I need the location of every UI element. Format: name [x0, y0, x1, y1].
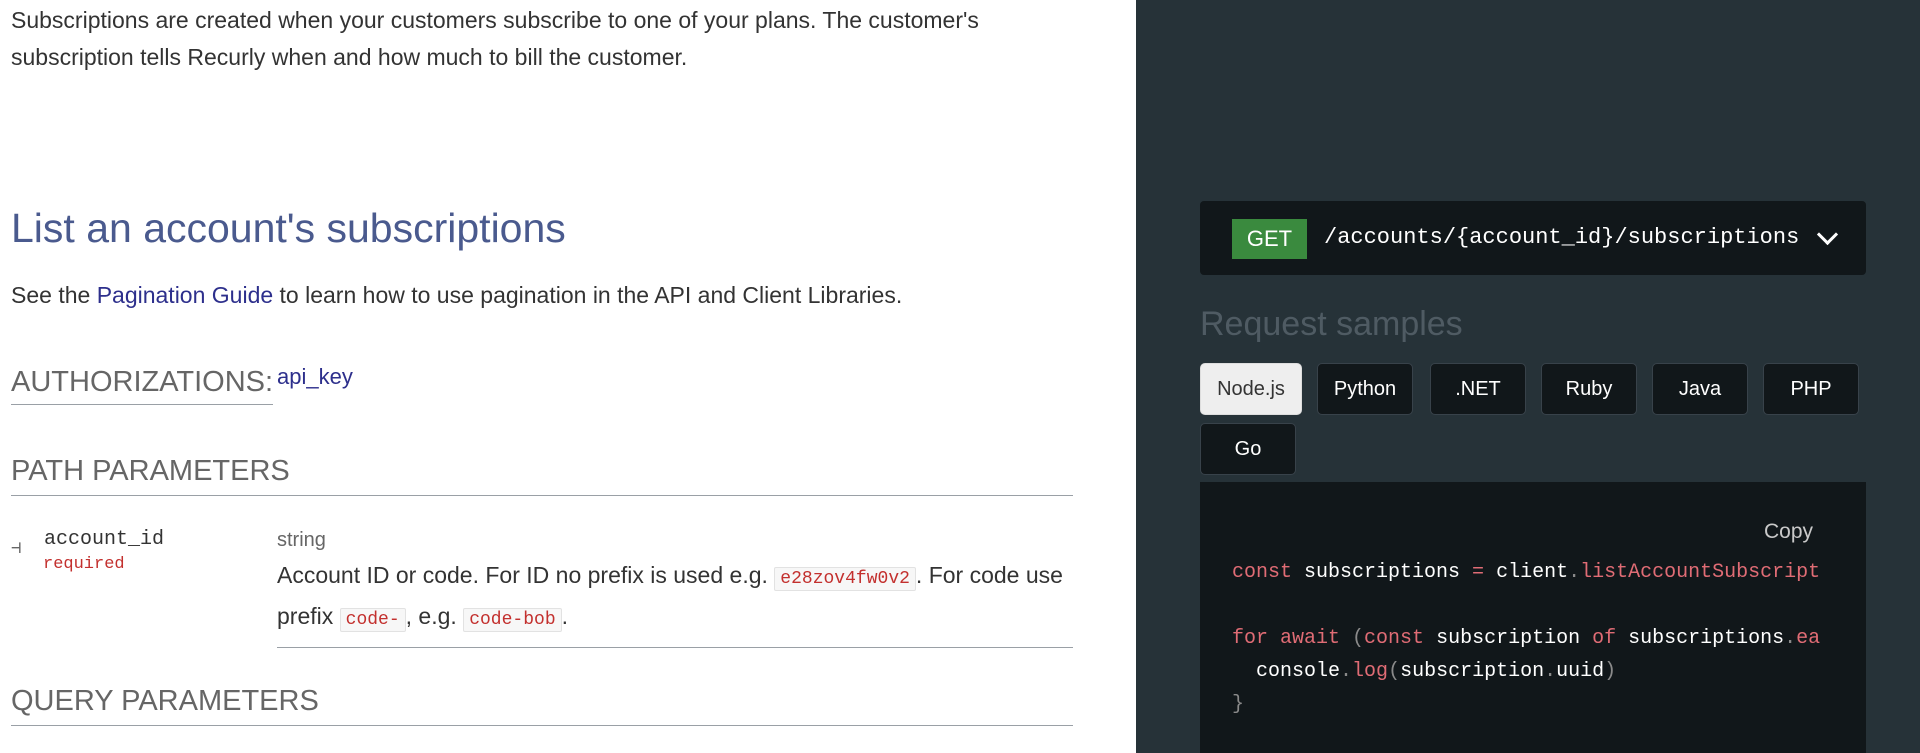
docs-main-column: Subscriptions are created when your cust… [0, 0, 1136, 753]
tab-ruby[interactable]: Ruby [1541, 363, 1637, 415]
query-parameters-heading: QUERY PARAMETERS [11, 681, 1073, 726]
tab-nodejs[interactable]: Node.js [1200, 363, 1302, 415]
code-token: listAccountSubscript [1580, 561, 1821, 584]
code-sample-block: Copy const subscriptions = client.listAc… [1200, 482, 1866, 753]
param-desc-code-2: code- [339, 608, 406, 632]
code-samples-panel: GET /accounts/{account_id}/subscriptions… [1136, 0, 1920, 753]
code-token: for [1232, 627, 1269, 650]
param-desc-text-4: . [561, 603, 569, 629]
http-method-badge: GET [1232, 219, 1307, 259]
code-token: log [1352, 660, 1389, 683]
code-token: . [1568, 561, 1581, 584]
endpoint-path: /accounts/{account_id}/subscriptions [1324, 225, 1800, 250]
code-token: uuid [1556, 660, 1605, 683]
copy-button[interactable]: Copy [1764, 520, 1813, 544]
param-desc-code-1: e28zov4fw0v2 [774, 567, 916, 591]
tab-go[interactable]: Go [1200, 423, 1296, 475]
code-line-4: console.log(subscription.uuid) [1232, 655, 1838, 688]
code-token: subscription [1400, 660, 1545, 683]
param-desc-text-1: Account ID or code. For ID no prefix is … [277, 562, 775, 588]
tab-php[interactable]: PHP [1763, 363, 1859, 415]
code-token: const [1232, 561, 1293, 584]
param-name: account_id [44, 528, 165, 551]
authorization-api-key: api_key [277, 364, 353, 389]
section-intro: Subscriptions are created when your cust… [11, 7, 979, 70]
param-divider [277, 647, 1073, 648]
authorizations-heading: AUTHORIZATIONS: [11, 362, 274, 405]
code-token: = [1472, 561, 1485, 584]
pagination-note-suffix: to learn how to use pagination in the AP… [273, 282, 903, 308]
param-type: string [277, 529, 326, 551]
tab-java[interactable]: Java [1652, 363, 1748, 415]
operation-title: List an account's subscriptions [11, 205, 566, 251]
pagination-note-prefix: See the [11, 282, 97, 308]
code-line-5: } [1232, 693, 1245, 716]
param-required-label: required [43, 555, 125, 574]
code-line-3: for await (const subscription of subscri… [1232, 622, 1838, 655]
code-token: const [1364, 627, 1425, 650]
code-token: console [1232, 660, 1341, 683]
param-desc-code-3: code-bob [463, 608, 562, 632]
code-token: subscriptions [1292, 561, 1473, 584]
code-token: of [1592, 627, 1617, 650]
pagination-guide-link[interactable]: Pagination Guide [97, 282, 273, 308]
code-token: . [1784, 627, 1797, 650]
code-line-1: const subscriptions = client.listAccount… [1232, 556, 1838, 589]
endpoint-toggle[interactable]: GET /accounts/{account_id}/subscriptions [1200, 201, 1866, 275]
tab-dotnet[interactable]: .NET [1430, 363, 1526, 415]
code-token: subscriptions [1616, 627, 1785, 650]
code-token: ) [1604, 660, 1617, 683]
request-samples-title: Request samples [1200, 305, 1463, 343]
pagination-note: See the Pagination Guide to learn how to… [11, 278, 902, 312]
code-token: subscription [1424, 627, 1593, 650]
code-token: client [1484, 561, 1569, 584]
code-token: ( [1340, 627, 1365, 650]
code-token: ( [1388, 660, 1401, 683]
param-desc-text-3: , e.g. [405, 603, 464, 629]
code-token: . [1340, 660, 1353, 683]
code-token: await [1268, 627, 1341, 650]
tab-python[interactable]: Python [1317, 363, 1413, 415]
code-token: ea [1796, 627, 1821, 650]
chevron-down-icon [1816, 223, 1839, 246]
path-parameters-heading: PATH PARAMETERS [11, 451, 1073, 496]
param-tree-line-icon: ⊣ [11, 538, 22, 558]
param-description: Account ID or code. For ID no prefix is … [277, 557, 1077, 639]
code-token: . [1544, 660, 1557, 683]
code-sample: const subscriptions = client.listAccount… [1232, 556, 1838, 721]
